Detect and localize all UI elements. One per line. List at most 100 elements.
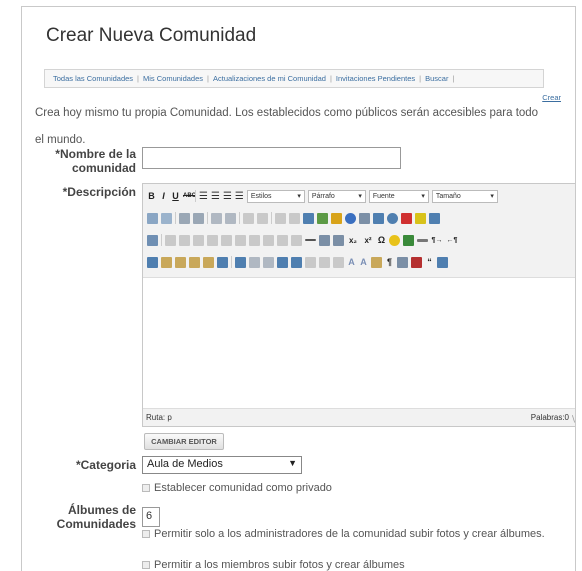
find-icon[interactable]: [147, 212, 158, 224]
advanced-hr-icon[interactable]: [417, 238, 428, 242]
media-icon[interactable]: [403, 234, 414, 246]
insert-row-before-icon[interactable]: [193, 234, 204, 246]
abbreviation-icon[interactable]: [319, 256, 330, 268]
strikethrough-button[interactable]: ABC: [183, 193, 196, 199]
toolbar-separator: [207, 212, 208, 224]
tab-todas-comunidades[interactable]: Todas las Comunidades: [50, 74, 136, 83]
cambiar-editor-button[interactable]: CAMBIAR EDITOR: [144, 433, 224, 450]
delete-col-icon[interactable]: [263, 234, 274, 246]
cleanup-icon[interactable]: [331, 212, 342, 224]
acronym-icon[interactable]: [333, 256, 344, 268]
image-icon[interactable]: [317, 212, 328, 224]
edit-css-icon[interactable]: [147, 234, 158, 246]
parrafo-value: Párrafo: [311, 192, 335, 200]
intro-text: Crea hoy mismo tu propia Comunidad. Los …: [35, 107, 539, 146]
italic-button[interactable]: I: [159, 191, 168, 201]
table-icon[interactable]: [429, 212, 440, 224]
privado-checkbox[interactable]: [142, 484, 150, 492]
delete-row-icon[interactable]: [221, 234, 232, 246]
cut-icon[interactable]: [147, 256, 158, 268]
editor-content-area[interactable]: [143, 279, 575, 409]
blockquote-icon[interactable]: “: [425, 257, 434, 267]
parrafo-select[interactable]: Párrafo ▾: [307, 189, 366, 203]
fuente-value: Fuente: [372, 192, 395, 200]
undo-icon[interactable]: [243, 212, 254, 224]
tab-actualizaciones[interactable]: Actualizaciones de mi Comunidad: [210, 74, 329, 83]
rtl-icon[interactable]: ←¶: [446, 237, 458, 244]
indent-icon[interactable]: [225, 212, 236, 224]
albumes-admin-label: Permitir solo a los administradores de l…: [154, 528, 545, 540]
fullscreen-icon[interactable]: [397, 256, 408, 268]
select-all-icon[interactable]: [217, 256, 228, 268]
insertion-icon[interactable]: A: [359, 257, 368, 267]
link-icon[interactable]: [275, 212, 286, 224]
split-cells-icon[interactable]: [277, 234, 288, 246]
insert-col-after-icon[interactable]: [249, 234, 260, 246]
emotions-icon[interactable]: [389, 234, 400, 246]
html-icon[interactable]: [359, 212, 370, 224]
copy-icon[interactable]: [161, 256, 172, 268]
table-cell-icon[interactable]: [179, 234, 190, 246]
fuente-select[interactable]: Fuente ▾: [368, 189, 429, 203]
underline-button[interactable]: U: [171, 191, 180, 201]
show-blocks-icon[interactable]: ¶: [385, 257, 394, 267]
paste-icon[interactable]: [175, 256, 186, 268]
bullet-list-icon[interactable]: [179, 212, 190, 224]
unlink-icon[interactable]: [289, 212, 300, 224]
move-forward-icon[interactable]: [249, 256, 260, 268]
tamano-select[interactable]: Tamaño ▾: [431, 189, 498, 203]
numbered-list-icon[interactable]: [193, 212, 204, 224]
template-icon[interactable]: [411, 256, 422, 268]
absolute-icon[interactable]: [277, 256, 288, 268]
ltr-icon[interactable]: ¶→: [431, 237, 443, 244]
align-left-icon[interactable]: ☰: [199, 191, 208, 202]
resize-handle-icon[interactable]: ∖: [570, 414, 575, 425]
tab-buscar[interactable]: Buscar: [422, 74, 451, 83]
subscript-icon[interactable]: x₂: [347, 236, 359, 245]
paste-text-icon[interactable]: [189, 256, 200, 268]
special-char-icon[interactable]: Ω: [377, 235, 386, 245]
redo-icon[interactable]: [257, 212, 268, 224]
insert-row-after-icon[interactable]: [207, 234, 218, 246]
estilos-select[interactable]: Estilos ▾: [246, 189, 305, 203]
categoria-select[interactable]: Aula de Medios ▼: [142, 456, 302, 474]
align-center-icon[interactable]: ☰: [211, 191, 220, 202]
replace-icon[interactable]: [161, 212, 172, 224]
text-color-icon[interactable]: [401, 212, 412, 224]
horizontal-rule-icon[interactable]: [305, 239, 316, 241]
table-row-icon[interactable]: [165, 234, 176, 246]
pagebreak-icon[interactable]: [437, 256, 448, 268]
albumes-miembros-checkbox[interactable]: [142, 561, 150, 569]
anchor-icon[interactable]: [303, 212, 314, 224]
align-justify-icon[interactable]: ☰: [235, 191, 244, 202]
remove-format-icon[interactable]: [319, 234, 330, 246]
albumes-input[interactable]: 6: [142, 507, 160, 527]
albumes-admin-checkbox[interactable]: [142, 530, 150, 538]
editor-path: Ruta: p: [146, 413, 172, 422]
merge-cells-icon[interactable]: [291, 234, 302, 246]
insert-col-before-icon[interactable]: [235, 234, 246, 246]
cite-icon[interactable]: [305, 256, 316, 268]
toolbar-separator: [239, 212, 240, 224]
tab-invitaciones[interactable]: Invitaciones Pendientes: [333, 74, 418, 83]
styleprops-icon[interactable]: [291, 256, 302, 268]
align-right-icon[interactable]: ☰: [223, 191, 232, 202]
tab-mis-comunidades[interactable]: Mis Comunidades: [140, 74, 206, 83]
move-backward-icon[interactable]: [263, 256, 274, 268]
crear-link[interactable]: Crear: [542, 93, 561, 102]
attributes-icon[interactable]: [371, 256, 382, 268]
outdent-icon[interactable]: [211, 212, 222, 224]
insert-time-icon[interactable]: [387, 212, 398, 224]
rich-text-editor: B I U ABC ☰ ☰ ☰ ☰ Estilos ▾ Párrafo ▾ Fuen…: [142, 183, 575, 427]
help-icon[interactable]: [345, 212, 356, 224]
nombre-input[interactable]: [142, 147, 401, 169]
insert-layer-icon[interactable]: [235, 256, 246, 268]
paste-word-icon[interactable]: [203, 256, 214, 268]
chevron-down-icon: ▾: [297, 193, 301, 200]
superscript-icon[interactable]: x²: [362, 236, 374, 245]
bold-button[interactable]: B: [147, 191, 156, 201]
visual-aid-icon[interactable]: [333, 234, 344, 246]
insert-date-icon[interactable]: [373, 212, 384, 224]
deletion-icon[interactable]: A: [347, 257, 356, 267]
highlight-color-icon[interactable]: [415, 212, 426, 224]
